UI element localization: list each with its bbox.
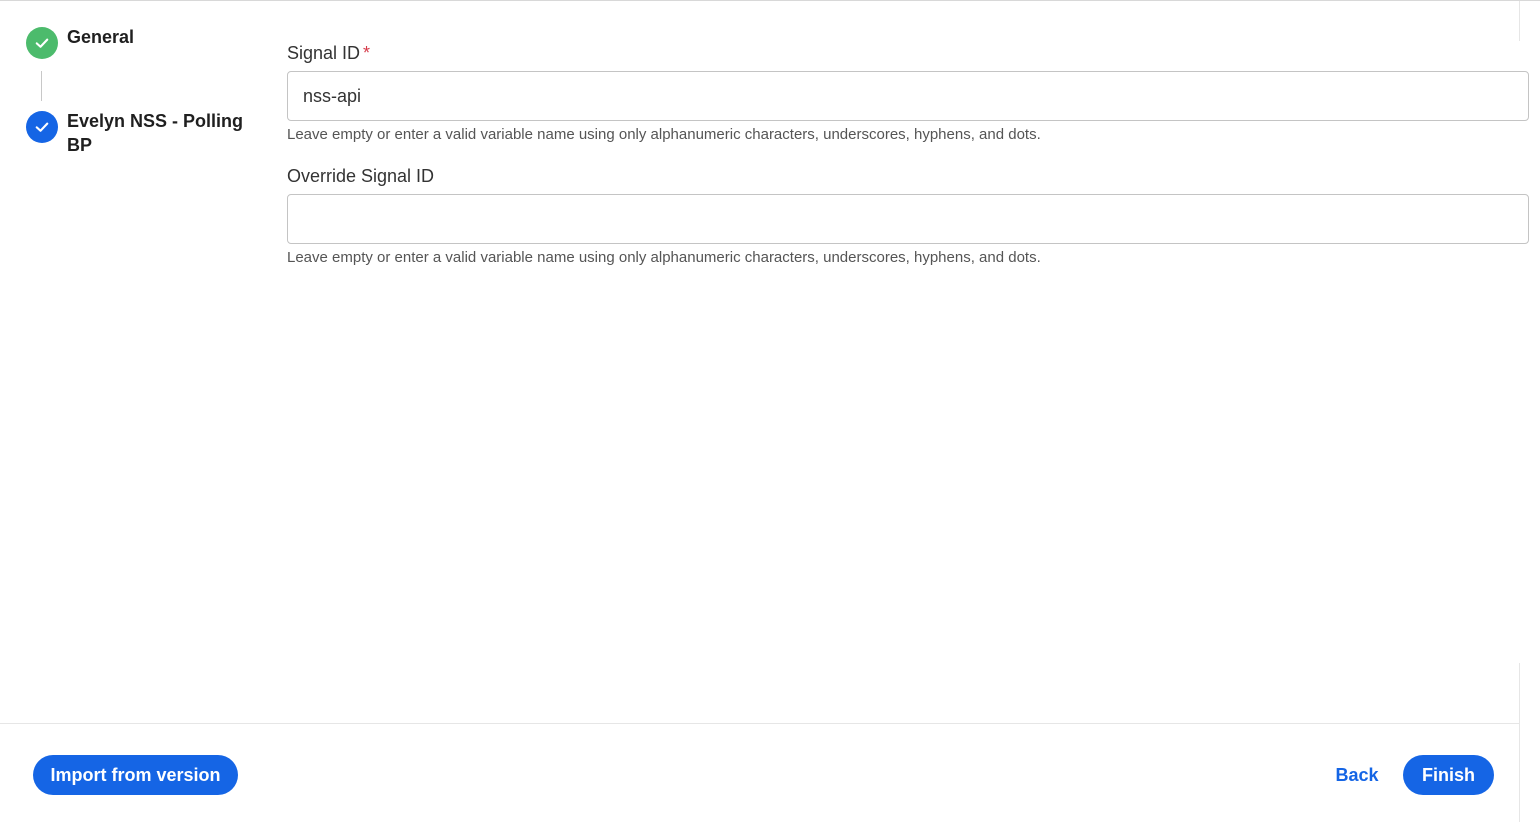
signal-id-helper: Leave empty or enter a valid variable na… (287, 126, 1041, 143)
signal-id-input[interactable] (287, 71, 1529, 121)
override-signal-id-label: Override Signal ID (287, 166, 435, 186)
signal-id-label: Signal ID * (287, 41, 1529, 65)
back-button[interactable]: Back (1322, 755, 1392, 795)
footer-divider (0, 723, 1519, 724)
wizard-panel: General Evelyn NSS - Polling BP Signal I… (0, 0, 1540, 822)
signal-id-label-text: Signal ID (287, 43, 361, 63)
step-connector (41, 71, 42, 101)
step-label: Evelyn NSS - Polling BP (67, 111, 244, 155)
check-circle-icon (26, 27, 58, 59)
check-icon (35, 38, 49, 48)
step-label: General (67, 27, 135, 47)
finish-button[interactable]: Finish (1403, 755, 1494, 795)
right-border-bottom (1519, 663, 1520, 822)
step-general[interactable]: General (26, 27, 252, 59)
signal-form: Signal ID* Leave empty or enter a valid … (287, 41, 1529, 287)
override-signal-id-input[interactable] (287, 194, 1529, 244)
check-icon (35, 122, 49, 132)
check-circle-icon (26, 111, 58, 143)
required-indicator: * (363, 43, 371, 63)
import-from-version-button[interactable]: Import from version (33, 755, 238, 795)
override-signal-id-helper: Leave empty or enter a valid variable na… (287, 249, 1041, 266)
right-border-top (1519, 1, 1520, 41)
signal-id-field: Signal ID* Leave empty or enter a valid … (287, 41, 1529, 144)
step-evelyn-nss-polling-bp[interactable]: Evelyn NSS - Polling BP (26, 111, 252, 157)
override-signal-id-field: Override Signal ID Leave empty or enter … (287, 164, 1529, 267)
